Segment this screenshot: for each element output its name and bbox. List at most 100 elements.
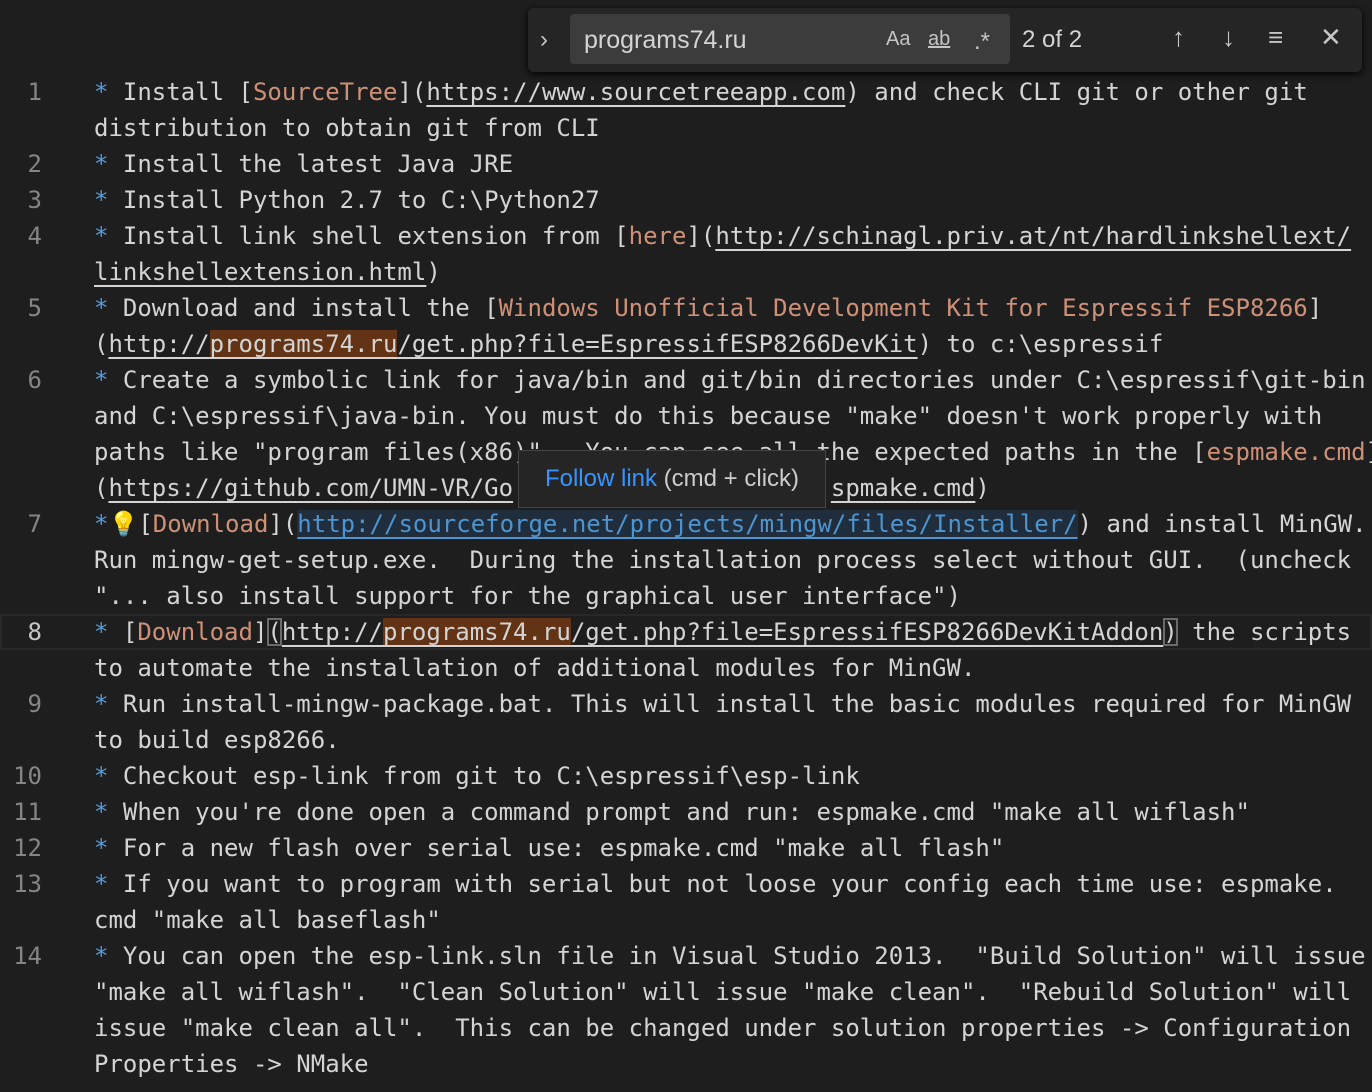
match-whole-word-button[interactable]: ab — [928, 28, 950, 51]
editor-line[interactable]: "make all wiflash". "Clean Solution" wil… — [0, 974, 1372, 1010]
text: You can open the esp-link.sln file in Vi… — [108, 942, 1366, 970]
line-content: to automate the installation of addition… — [94, 650, 975, 686]
text: ]( — [397, 78, 427, 106]
link-text: SourceTree — [252, 78, 398, 106]
editor-line[interactable]: issue "make clean all". This can be chan… — [0, 1010, 1372, 1046]
current-line[interactable]: 8 * [Download](http://programs74.ru/get.p… — [0, 614, 1372, 650]
text: If you want to program with serial but n… — [108, 870, 1337, 898]
lightbulb-icon[interactable]: 💡 — [108, 510, 138, 538]
link-url[interactable]: linkshellextension.html — [94, 258, 426, 286]
use-regex-button[interactable]: .* — [974, 28, 990, 56]
editor-line[interactable]: 12 * For a new flash over serial use: esp… — [0, 830, 1372, 866]
editor-line[interactable]: 4 * Install link shell extension from [he… — [0, 218, 1372, 254]
bullet: * — [94, 690, 109, 718]
link-url[interactable]: spmake.cmd — [831, 474, 976, 502]
editor-line[interactable]: 14 * You can open the esp-link.sln file i… — [0, 938, 1372, 974]
line-number: 11 — [13, 798, 42, 826]
text: ) and check CLI git or other git — [845, 78, 1308, 106]
line-content: * Install Python 2.7 to C:\Python27 — [94, 182, 600, 218]
editor-line[interactable]: to build esp8266. — [0, 722, 1372, 758]
find-in-selection-icon[interactable]: ≡ — [1268, 22, 1283, 53]
link-text: espmake.cmd — [1206, 438, 1366, 466]
bullet: * — [94, 366, 109, 394]
editor-line[interactable]: 2 * Install the latest Java JRE — [0, 146, 1372, 182]
editor-line[interactable]: 6 * Create a symbolic link for java/bin a… — [0, 362, 1372, 398]
bullet: * — [94, 618, 109, 646]
bullet: * — [94, 870, 109, 898]
line-content: * Install link shell extension from [her… — [94, 218, 1351, 254]
line-number: 2 — [27, 150, 42, 178]
follow-link[interactable]: Follow link — [545, 465, 657, 492]
text: to build esp8266. — [94, 726, 340, 754]
match-case-button[interactable]: Aa — [886, 28, 910, 51]
previous-match-arrow-up-icon[interactable]: ↑ — [1172, 22, 1185, 53]
link-url[interactable]: /get.php?file=EspressifESP8266DevKitAddo… — [571, 618, 1163, 646]
editor-line[interactable]: Run mingw-get-setup.exe. During the inst… — [0, 542, 1372, 578]
line-content: * [Download](http://programs74.ru/get.ph… — [94, 614, 1351, 650]
editor-line[interactable]: 13 * If you want to program with serial b… — [0, 866, 1372, 902]
editor-line[interactable]: distribution to obtain git from CLI — [0, 110, 1372, 146]
bullet: * — [94, 78, 109, 106]
link-url[interactable]: https://www.sourcetreeapp.com — [426, 78, 845, 106]
line-content: Properties -> NMake — [94, 1046, 369, 1082]
find-input[interactable]: programs74.ru Aa ab .* — [570, 14, 1010, 64]
link-text: Windows Unofficial Development Kit for E… — [498, 294, 1308, 322]
editor-line[interactable]: to automate the installation of addition… — [0, 650, 1372, 686]
editor-line[interactable]: 1 * Install [SourceTree](https://www.sour… — [0, 74, 1372, 110]
link-url[interactable]: http://schinagl.priv.at/nt/hardlinkshell… — [715, 222, 1351, 250]
next-match-arrow-down-icon[interactable]: ↓ — [1222, 22, 1235, 53]
text: ) and install MinGW. — [1077, 510, 1367, 538]
find-match[interactable]: programs74.ru — [209, 330, 398, 358]
link-text: here — [628, 222, 687, 250]
text: ) to c:\espressif — [917, 330, 1164, 358]
editor-line[interactable]: 5 * Download and install the [Windows Uno… — [0, 290, 1372, 326]
text: ( — [94, 474, 109, 502]
line-content: * Install [SourceTree](https://www.sourc… — [94, 74, 1308, 110]
editor-line[interactable]: Properties -> NMake — [0, 1046, 1372, 1082]
editor-line[interactable]: 10 * Checkout esp-link from git to C:\esp… — [0, 758, 1372, 794]
line-number: 14 — [13, 942, 42, 970]
line-content: * When you're done open a command prompt… — [94, 794, 1250, 830]
line-content: * Download and install the [Windows Unof… — [94, 290, 1322, 326]
toggle-replace-chevron-icon[interactable]: › — [540, 26, 548, 54]
link-url[interactable]: /get.php?file=EspressifESP8266DevKit — [397, 330, 917, 358]
text: issue "make clean all". This can be chan… — [94, 1014, 1352, 1042]
text: "... also install support for the graphi… — [94, 582, 961, 610]
close-icon[interactable]: ✕ — [1320, 22, 1342, 53]
bullet: * — [94, 150, 109, 178]
line-content: linkshellextension.html) — [94, 254, 441, 290]
editor-line[interactable]: (http://programs74.ru/get.php?file=Espre… — [0, 326, 1372, 362]
text: [ — [108, 618, 138, 646]
find-input-value[interactable]: programs74.ru — [584, 26, 747, 55]
link-url[interactable]: http:// — [108, 330, 209, 358]
text: [ — [138, 510, 153, 538]
editor-line[interactable]: linkshellextension.html) — [0, 254, 1372, 290]
link-url[interactable]: http:// — [282, 618, 383, 646]
text: Checkout esp-link from git to C:\espress… — [108, 762, 860, 790]
editor-line[interactable]: 9 * Run install-mingw-package.bat. This w… — [0, 686, 1372, 722]
text: Install link shell extension from [ — [108, 222, 629, 250]
editor-line[interactable]: 3 * Install Python 2.7 to C:\Python27 — [0, 182, 1372, 218]
link-url[interactable]: https://github.com/UMN-VR/Go — [108, 474, 513, 502]
text: Run mingw-get-setup.exe. During the inst… — [94, 546, 1352, 574]
editor-line[interactable]: cmd "make all baseflash" — [0, 902, 1372, 938]
line-content: issue "make clean all". This can be chan… — [94, 1010, 1351, 1046]
editor-line[interactable]: "... also install support for the graphi… — [0, 578, 1372, 614]
editor-line[interactable]: 11 * When you're done open a command prom… — [0, 794, 1372, 830]
editor-line[interactable]: 7 *💡[Download](http://sourceforge.net/pro… — [0, 506, 1372, 542]
line-number: 12 — [13, 834, 42, 862]
line-number: 4 — [27, 222, 42, 250]
line-number: 1 — [27, 78, 42, 106]
editor-line[interactable]: and C:\espressif\java-bin. You must do t… — [0, 398, 1372, 434]
find-match[interactable]: programs74.ru — [383, 618, 571, 646]
hovered-link-url[interactable]: http://sourceforge.net/projects/mingw/fi… — [297, 510, 1078, 538]
editor[interactable]: 1 * Install [SourceTree](https://www.sour… — [0, 74, 1372, 1082]
line-number: 7 — [27, 510, 42, 538]
line-content: "make all wiflash". "Clean Solution" wil… — [94, 974, 1351, 1010]
text: to automate the installation of addition… — [94, 654, 976, 682]
text: ( — [94, 330, 109, 358]
find-widget: › programs74.ru Aa ab .* 2 of 2 ↑ ↓ ≡ ✕ — [528, 8, 1362, 72]
text: ) — [975, 474, 990, 502]
bullet: * — [94, 762, 109, 790]
text: ) — [426, 258, 441, 286]
